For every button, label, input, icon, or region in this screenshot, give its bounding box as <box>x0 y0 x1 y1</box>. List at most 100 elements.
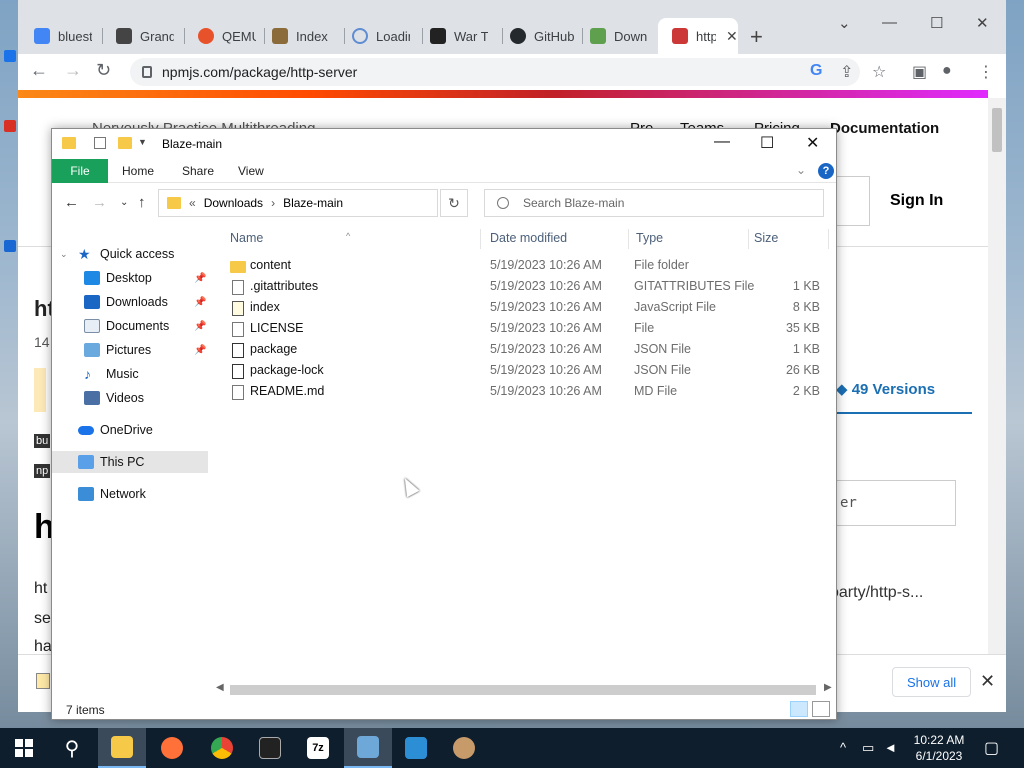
nav-quick-access[interactable]: ★ Quick access <box>52 243 208 265</box>
tab-war-thunder[interactable]: War Th <box>416 22 496 50</box>
ribbon-tab-share[interactable]: Share <box>182 159 214 183</box>
close-downloads-bar-icon[interactable]: ✕ <box>980 671 995 692</box>
horizontal-scrollbar[interactable]: ◀ ▶ <box>214 681 836 698</box>
explorer-minimize-button[interactable]: — <box>714 133 730 151</box>
download-file-icon[interactable] <box>36 673 50 689</box>
profile-icon[interactable]: ● <box>942 62 952 80</box>
details-view-icon[interactable] <box>790 701 808 717</box>
nav-documents[interactable]: Documents 📌 <box>52 315 208 337</box>
show-all-downloads-button[interactable]: Show all <box>892 667 972 697</box>
breadcrumb-downloads[interactable]: Downloads <box>204 196 263 210</box>
taskbar-terminal[interactable] <box>246 728 294 768</box>
minimize-button[interactable]: — <box>882 14 897 31</box>
taskbar-users[interactable] <box>440 728 488 768</box>
file-row[interactable]: package-lock 5/19/2023 10:26 AM JSON Fil… <box>228 361 828 382</box>
nav-onedrive[interactable]: OneDrive <box>52 419 208 441</box>
taskbar-control-panel[interactable] <box>392 728 440 768</box>
expand-ribbon-icon[interactable]: ⌄ <box>796 163 806 177</box>
nav-desktop[interactable]: Desktop 📌 <box>52 267 208 289</box>
menu-icon[interactable]: ⋮ <box>978 62 994 82</box>
column-type[interactable]: Type <box>636 231 663 245</box>
column-name[interactable]: Name <box>230 231 263 245</box>
nav-music[interactable]: ♪ Music <box>52 363 208 385</box>
tab-loading[interactable]: Loadin <box>338 22 418 50</box>
search-box[interactable]: Search Blaze-main <box>484 189 824 217</box>
back-button[interactable]: ← <box>30 60 48 81</box>
forward-button[interactable]: → <box>64 60 82 81</box>
search-taskbar-icon[interactable]: ⚲ <box>48 728 96 768</box>
npm-link-documentation[interactable]: Documentation <box>830 120 939 137</box>
share-icon[interactable]: ⇪ <box>840 62 853 82</box>
nav-pictures[interactable]: Pictures 📌 <box>52 339 208 361</box>
tab-qemu[interactable]: QEMU <box>184 22 264 50</box>
side-panel-icon[interactable]: ▣ <box>912 62 927 82</box>
explorer-maximize-button[interactable]: ☐ <box>760 133 774 153</box>
file-row[interactable]: package 5/19/2023 10:26 AM JSON File 1 K… <box>228 340 828 361</box>
taskbar-firefox[interactable] <box>148 728 196 768</box>
column-date-modified[interactable]: Date modified <box>490 231 567 245</box>
tab-bluestacks[interactable]: bluesta <box>20 22 100 50</box>
column-size[interactable]: Size <box>754 231 778 245</box>
repository-link[interactable]: oarty/http-s... <box>830 584 923 602</box>
sign-in-link[interactable]: Sign In <box>890 192 943 210</box>
customize-quick-access-icon[interactable]: ▼ <box>138 137 147 147</box>
new-folder-icon[interactable] <box>118 137 132 149</box>
network-tray-icon[interactable]: ▭ <box>862 740 874 756</box>
volume-muted-icon[interactable]: ◄ <box>884 740 897 755</box>
bookmark-star-icon[interactable]: ☆ <box>872 62 886 82</box>
file-row[interactable]: README.md 5/19/2023 10:26 AM MD File 2 K… <box>228 382 828 403</box>
versions-tab[interactable]: ◆ 49 Versions <box>836 380 935 398</box>
start-button[interactable] <box>0 728 48 768</box>
file-row[interactable]: index 5/19/2023 10:26 AM JavaScript File… <box>228 298 828 319</box>
tab-search-icon[interactable]: ⌄ <box>838 14 851 32</box>
up-button[interactable]: ↑ <box>138 194 146 211</box>
breadcrumb-separator-icon[interactable]: › <box>271 196 275 210</box>
tab-downloads[interactable]: Downlo <box>576 22 656 50</box>
nav-videos[interactable]: Videos <box>52 387 208 409</box>
npm-search-button[interactable] <box>836 176 870 226</box>
notifications-icon[interactable]: ▢ <box>984 738 999 758</box>
scroll-left-icon[interactable]: ◀ <box>216 682 224 693</box>
show-hidden-icons-icon[interactable]: ^ <box>840 740 846 755</box>
address-bar[interactable]: npmjs.com/package/http-server <box>130 58 860 86</box>
nav-downloads[interactable]: Downloads 📌 <box>52 291 208 313</box>
tab-http-server[interactable]: http ✕ <box>658 18 738 54</box>
reload-button[interactable]: ↻ <box>96 60 111 81</box>
ribbon-tab-file[interactable]: File <box>52 159 108 183</box>
address-breadcrumb[interactable]: « Downloads › Blaze-main <box>158 189 438 217</box>
taskbar-installer[interactable] <box>344 728 392 768</box>
ribbon-tab-home[interactable]: Home <box>122 159 154 183</box>
properties-icon[interactable] <box>94 137 106 149</box>
recent-locations-icon[interactable]: ⌄ <box>120 197 128 208</box>
taskbar-file-explorer[interactable] <box>98 728 146 768</box>
maximize-button[interactable]: ☐ <box>930 14 943 32</box>
ribbon-tab-view[interactable]: View <box>238 159 264 183</box>
file-row[interactable]: LICENSE 5/19/2023 10:26 AM File 35 KB <box>228 319 828 340</box>
taskbar-chrome[interactable] <box>198 728 246 768</box>
taskbar-7zip[interactable]: 7z <box>294 728 342 768</box>
back-button[interactable]: ← <box>64 194 79 211</box>
close-window-button[interactable]: ✕ <box>976 14 989 32</box>
forward-button[interactable]: → <box>92 194 107 211</box>
overflow-chevron-icon[interactable]: « <box>189 196 196 210</box>
install-command-box[interactable]: er <box>836 480 956 526</box>
page-scrollbar[interactable] <box>988 98 1006 654</box>
breadcrumb-blaze-main[interactable]: Blaze-main <box>283 196 343 210</box>
desktop-icon[interactable] <box>4 50 16 62</box>
desktop-icon[interactable] <box>4 120 16 132</box>
page-scrollbar-thumb[interactable] <box>992 108 1002 152</box>
file-row[interactable]: .gitattributes 5/19/2023 10:26 AM GITATT… <box>228 277 828 298</box>
new-tab-button[interactable]: + <box>750 24 763 50</box>
google-translate-icon[interactable]: G <box>810 62 822 80</box>
explorer-close-button[interactable]: ✕ <box>806 133 819 153</box>
nav-this-pc[interactable]: This PC <box>52 451 208 473</box>
close-tab-icon[interactable]: ✕ <box>726 28 738 45</box>
tab-grand[interactable]: Grand <box>102 22 182 50</box>
large-icons-view-icon[interactable] <box>812 701 830 717</box>
nav-network[interactable]: Network <box>52 483 208 505</box>
clock[interactable]: 10:22 AM 6/1/2023 <box>906 732 972 764</box>
desktop-icon[interactable] <box>4 240 16 252</box>
tab-index[interactable]: Index o <box>258 22 338 50</box>
scrollbar-thumb[interactable] <box>230 685 816 695</box>
tab-github[interactable]: GitHub <box>496 22 576 50</box>
